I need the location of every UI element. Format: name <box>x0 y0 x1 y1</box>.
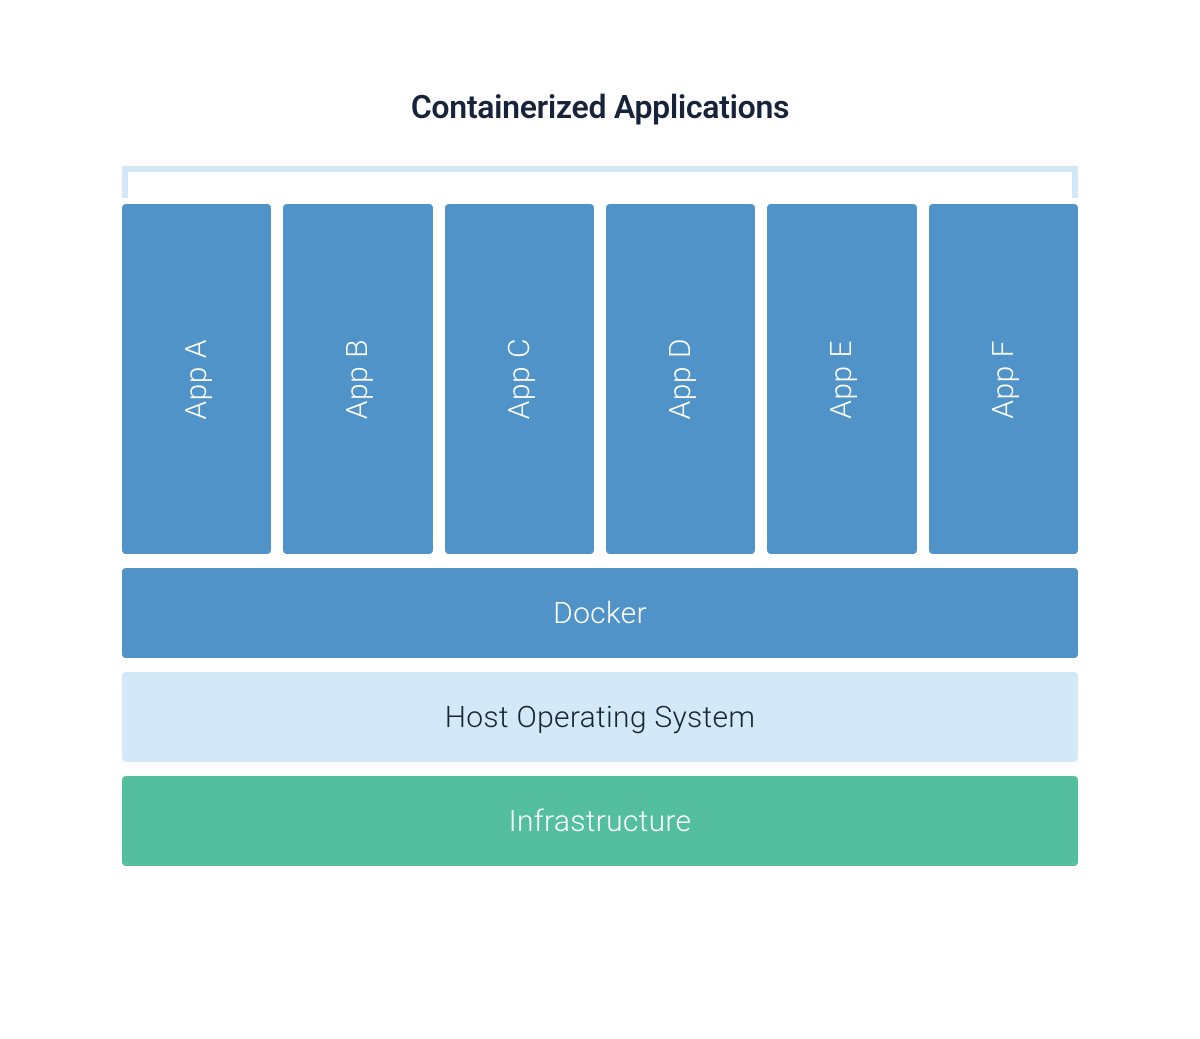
app-label: App E <box>824 340 859 419</box>
app-label: App F <box>986 340 1021 419</box>
app-box-f: App F <box>929 204 1078 554</box>
app-box-e: App E <box>767 204 916 554</box>
docker-layer: Docker <box>122 568 1078 658</box>
apps-bracket <box>122 166 1078 198</box>
app-box-a: App A <box>122 204 271 554</box>
app-label: App C <box>502 338 537 419</box>
diagram-title: Containerized Applications <box>411 88 789 126</box>
infrastructure-layer: Infrastructure <box>122 776 1078 866</box>
app-label: App B <box>340 339 375 419</box>
app-label: App A <box>179 339 214 420</box>
app-box-b: App B <box>283 204 432 554</box>
host-os-layer: Host Operating System <box>122 672 1078 762</box>
apps-row: App A App B App C App D App E App F <box>122 204 1078 554</box>
app-box-c: App C <box>445 204 594 554</box>
app-box-d: App D <box>606 204 755 554</box>
app-label: App D <box>663 338 698 420</box>
